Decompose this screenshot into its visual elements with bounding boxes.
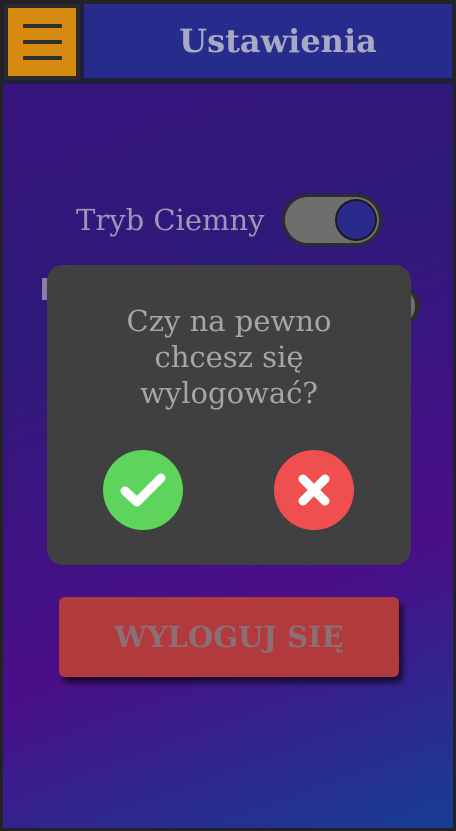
dark-mode-label: Tryb Ciemny bbox=[76, 203, 265, 237]
page-title: Ustawienia bbox=[179, 22, 377, 60]
title-bar: Ustawienia bbox=[84, 4, 452, 78]
settings-screen: Ustawienia Tryb Ciemny WYLOGUJ SIĘ Czy n… bbox=[0, 0, 456, 831]
hamburger-menu-icon bbox=[8, 8, 76, 76]
dialog-question-line: wylogować? bbox=[140, 376, 318, 410]
checkmark-icon bbox=[120, 473, 166, 507]
header: Ustawienia bbox=[0, 0, 456, 84]
logout-label: WYLOGUJ SIĘ bbox=[114, 620, 344, 654]
cancel-button[interactable] bbox=[274, 450, 354, 530]
menu-button[interactable] bbox=[4, 4, 80, 80]
toggle-knob bbox=[337, 201, 375, 239]
dialog-question: Czy na pewno chcesz się wylogować? bbox=[47, 303, 411, 411]
confirm-button[interactable] bbox=[103, 450, 183, 530]
x-mark-icon bbox=[298, 474, 330, 506]
dark-mode-toggle[interactable] bbox=[282, 194, 382, 246]
dialog-question-line: Czy na pewno bbox=[126, 304, 332, 338]
toggle-track bbox=[285, 197, 379, 243]
logout-button[interactable]: WYLOGUJ SIĘ bbox=[59, 597, 399, 677]
logout-confirm-dialog: Czy na pewno chcesz się wylogować? bbox=[47, 265, 411, 565]
dialog-question-line: chcesz się bbox=[154, 340, 304, 374]
